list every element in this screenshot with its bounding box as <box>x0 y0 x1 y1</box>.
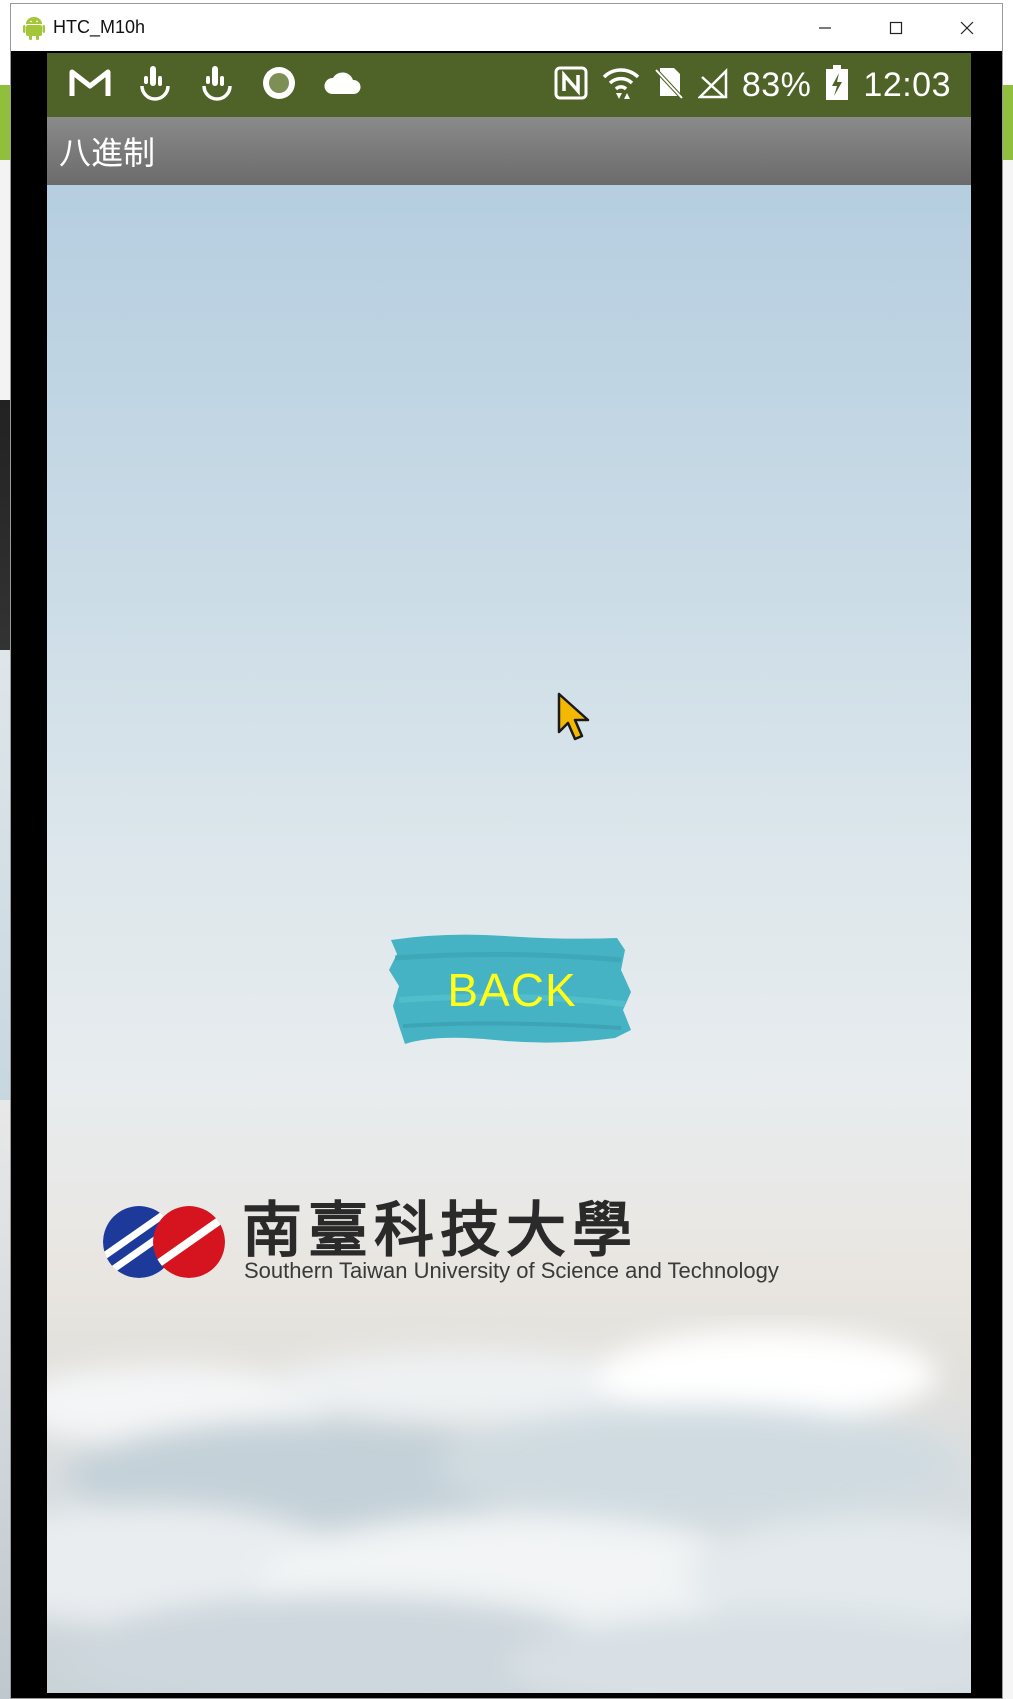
close-icon <box>960 21 973 34</box>
touch-icon <box>199 64 235 106</box>
status-time: 12:03 <box>863 65 951 104</box>
back-button-label: BACK <box>447 964 577 1016</box>
cloud-icon <box>323 70 363 100</box>
minimize-button[interactable] <box>789 4 860 51</box>
nfc-icon <box>554 66 588 104</box>
no-signal-icon <box>696 67 728 103</box>
gmail-icon <box>69 67 111 103</box>
stust-emblem-icon <box>103 1206 225 1278</box>
minimize-icon <box>818 26 831 29</box>
logo-english-name: Southern Taiwan University of Science an… <box>244 1258 779 1283</box>
content-area: BACK 南臺科技大學 Southern Taiwan University o… <box>47 185 971 1693</box>
android-icon <box>23 16 45 40</box>
battery-charging-icon <box>825 65 849 105</box>
university-logo: 南臺科技大學 Southern Taiwan University of Sci… <box>97 1180 927 1300</box>
maximize-button[interactable] <box>860 4 931 51</box>
background-window-left <box>0 0 10 1699</box>
page-title: 八進制 <box>59 134 156 172</box>
no-sim-icon <box>654 66 684 104</box>
app-bar: 八進制 <box>47 117 971 185</box>
back-button[interactable]: BACK <box>385 930 639 1050</box>
touch-icon <box>137 64 173 106</box>
wifi-icon <box>602 65 640 105</box>
desktop: HTC_M10h 83% 12:03 八進制 BACK 南臺科技大學 South… <box>0 0 1013 1699</box>
clouds-background <box>47 1330 971 1693</box>
phone-screen: 83% 12:03 八進制 BACK 南臺科技大學 Southern Taiwa… <box>47 53 971 1693</box>
maximize-icon <box>889 21 902 34</box>
window-controls <box>789 4 1002 51</box>
logo-chinese-name: 南臺科技大學 <box>242 1196 638 1266</box>
window-titlebar[interactable]: HTC_M10h <box>11 4 1002 51</box>
battery-percent: 83% <box>741 65 812 104</box>
emulator-window: HTC_M10h 83% 12:03 八進制 BACK 南臺科技大學 South… <box>10 3 1003 1699</box>
background-window-right <box>1003 0 1013 1699</box>
close-button[interactable] <box>931 4 1002 51</box>
mouse-pointer-icon <box>557 692 590 741</box>
window-title: HTC_M10h <box>53 17 146 37</box>
circle-record-icon <box>261 65 297 105</box>
status-bar: 83% 12:03 <box>47 53 971 117</box>
